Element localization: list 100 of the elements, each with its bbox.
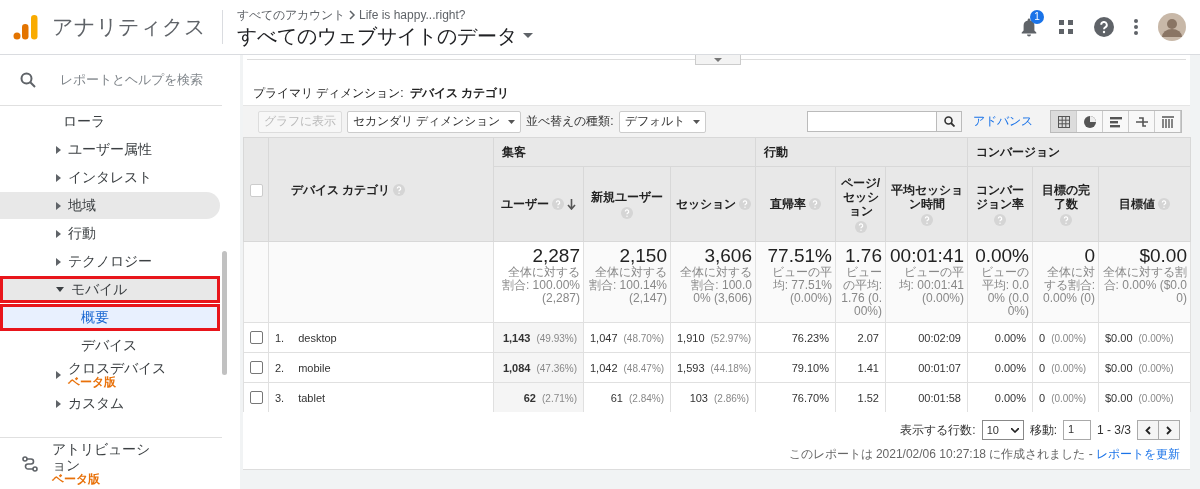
percent-of-total: (0.00%) xyxy=(1138,332,1174,344)
next-page-button[interactable] xyxy=(1159,421,1179,439)
table-cell: 00:02:09 xyxy=(918,331,961,344)
table-cell: 1,593 xyxy=(677,361,705,374)
table-icon xyxy=(1056,114,1071,129)
search-icon[interactable] xyxy=(20,72,36,88)
table-cell: $0.00 xyxy=(1105,391,1133,404)
column-header[interactable]: 直帰率 xyxy=(770,197,806,211)
view-toggle-button[interactable] xyxy=(1051,111,1077,132)
beta-label: ベータ版 xyxy=(68,376,117,389)
property-breadcrumb[interactable]: Life is happy...right? xyxy=(359,8,466,22)
dimension-link[interactable]: desktop xyxy=(298,331,337,344)
goto-field[interactable]: 1 xyxy=(1062,420,1091,440)
sort-type-label: 並べ替えの種類: xyxy=(526,113,614,130)
search-field[interactable]: レポートとヘルプを検索 xyxy=(60,71,203,89)
nav-item[interactable]: 概要 xyxy=(0,304,220,331)
select-all-checkbox[interactable] xyxy=(249,183,263,197)
nav-item[interactable]: 地域 xyxy=(0,192,220,219)
nav-item[interactable]: インタレスト xyxy=(0,164,220,191)
column-header[interactable]: 新規ユーザー xyxy=(591,189,663,204)
row-checkbox[interactable] xyxy=(249,361,263,375)
nav-item[interactable]: モバイル xyxy=(0,276,220,303)
table-cell: 103 xyxy=(689,391,708,404)
nav-item[interactable]: テクノロジー xyxy=(0,248,220,275)
account-breadcrumb[interactable]: すべてのアカウント xyxy=(237,6,345,24)
table-cell: 79.10% xyxy=(791,361,829,374)
scrollbar[interactable] xyxy=(222,251,227,375)
help-icon[interactable] xyxy=(1094,17,1114,37)
report-timestamp: このレポートは 2021/02/06 10:27:18 に作成されました - レポートを更新 xyxy=(788,447,1180,461)
nav-item[interactable]: 行動 xyxy=(0,220,220,247)
view-toggle-button[interactable] xyxy=(1103,111,1129,132)
attribution-nav-item[interactable]: アトリビューション xyxy=(52,441,162,473)
column-header[interactable]: ユーザー xyxy=(501,197,549,211)
avatar-icon[interactable] xyxy=(1158,13,1186,41)
primary-dimension-label: プライマリ ディメンション: xyxy=(253,85,404,102)
analytics-logo-icon xyxy=(12,13,38,41)
apps-grid-icon[interactable] xyxy=(1058,19,1074,35)
view-toggle-button[interactable] xyxy=(1077,111,1103,132)
nav-item[interactable]: ローラ xyxy=(0,108,220,135)
previous-page-button[interactable] xyxy=(1138,421,1159,439)
percent-of-total: (52.97%) xyxy=(710,332,752,344)
total-value: 0.00% xyxy=(974,246,1029,266)
nav-item[interactable]: クロスデバイス ベータ版 xyxy=(0,360,220,389)
sort-down-arrow-icon xyxy=(567,198,576,210)
nav-item[interactable]: ユーザー属性 xyxy=(0,136,220,163)
rows-label: 表示する行数: xyxy=(900,421,976,439)
caret-right-icon xyxy=(56,201,61,210)
dimension-link[interactable]: mobile xyxy=(298,361,331,374)
sort-type-dropdown[interactable]: デフォルト xyxy=(618,110,706,133)
dimension-link[interactable]: tablet xyxy=(298,391,326,404)
nav-item[interactable]: カスタム xyxy=(0,390,220,417)
column-header[interactable]: 目標値 xyxy=(1119,197,1155,211)
caret-down-icon xyxy=(523,32,533,39)
total-value: 0 xyxy=(1083,246,1095,266)
pivot-icon xyxy=(1160,114,1175,129)
caret-right-icon xyxy=(56,173,61,182)
total-note: ビューの平均: 00:01:41 (0.00%) xyxy=(897,266,964,305)
total-value: 3,606 xyxy=(703,246,752,266)
table-cell: 76.23% xyxy=(791,331,829,344)
column-header[interactable]: デバイス カテゴリ xyxy=(291,182,391,197)
table-cell: 1,910 xyxy=(677,331,705,344)
table-cell: 1.52 xyxy=(857,391,879,404)
more-vertical-icon[interactable] xyxy=(1134,19,1138,35)
row-checkbox[interactable] xyxy=(249,331,263,345)
column-group-header: コンバージョン xyxy=(967,137,1191,167)
refresh-report-link[interactable]: レポートを更新 xyxy=(1096,447,1180,461)
percent-of-total: (2.71%) xyxy=(542,392,577,404)
total-note: 全体に対する割合: 100.00% (3,606) xyxy=(679,266,752,305)
secondary-dimension-dropdown[interactable]: セカンダリ ディメンション xyxy=(347,110,522,133)
view-toggle-button[interactable] xyxy=(1155,111,1181,132)
percent-of-total: (0.00%) xyxy=(1138,362,1174,374)
table-cell: 0.00% xyxy=(994,391,1026,404)
path-nodes-icon xyxy=(22,455,38,472)
table-search-field[interactable] xyxy=(807,111,962,132)
table-cell: 1,042 xyxy=(590,361,618,374)
collapse-handle[interactable] xyxy=(695,55,741,65)
rows-per-page-dropdown[interactable]: 10 xyxy=(981,420,1024,440)
comparison-icon xyxy=(1134,114,1149,129)
view-selector[interactable]: すべてのウェブサイトのデータ xyxy=(237,23,517,48)
table-cell: $0.00 xyxy=(1105,361,1133,374)
page-range: 1 - 3/3 xyxy=(1096,423,1131,437)
table-cell: 0 xyxy=(1039,361,1046,374)
primary-dimension-tab[interactable]: デバイス カテゴリ xyxy=(409,85,509,105)
total-note: ビューの平均: 0.00% (0.00%) xyxy=(980,266,1029,318)
advanced-link[interactable]: アドバンス xyxy=(973,113,1033,130)
product-name: アナリティクス xyxy=(52,14,206,40)
total-note: 全体に対する割合: 0.00% ($0.00) xyxy=(1102,266,1187,305)
percent-of-total: (0.00%) xyxy=(1051,362,1087,374)
bar-chart-icon xyxy=(1108,114,1123,129)
nav-item[interactable]: デバイス xyxy=(0,332,220,359)
pie-chart-icon xyxy=(1082,114,1097,129)
chevron-down-icon xyxy=(1010,427,1019,433)
column-header[interactable]: セッション xyxy=(675,197,736,211)
total-value: 77.51% xyxy=(766,246,832,266)
view-toggle-button[interactable] xyxy=(1129,111,1155,132)
caret-down-icon xyxy=(692,119,700,124)
table-cell: 0 xyxy=(1039,391,1046,404)
percent-of-total: (48.47%) xyxy=(623,362,665,374)
row-checkbox[interactable] xyxy=(249,391,263,405)
percent-of-total: (0.00%) xyxy=(1051,392,1087,404)
